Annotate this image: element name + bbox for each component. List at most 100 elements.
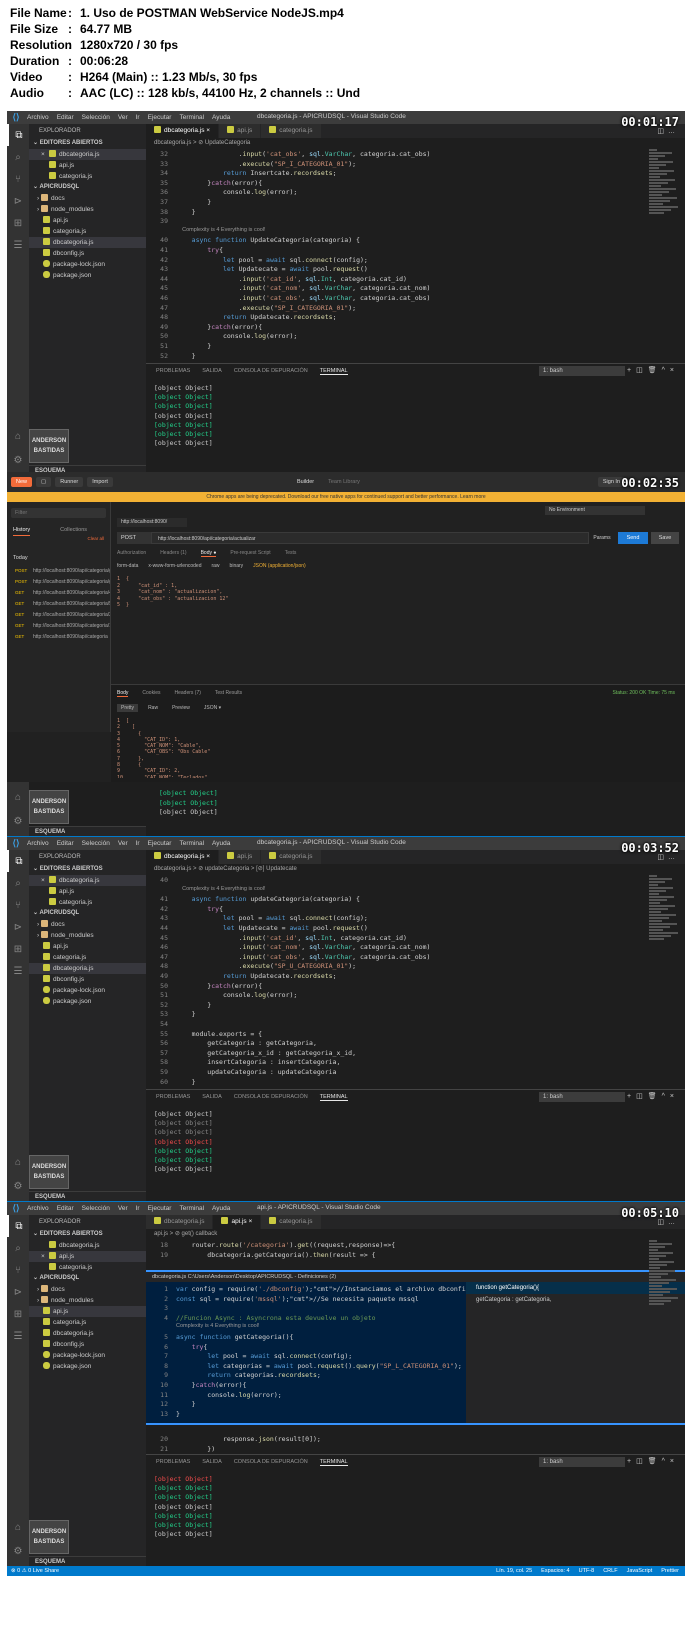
close-icon[interactable]: ×: [670, 1458, 679, 1465]
open-editor-item[interactable]: × api.js: [29, 1251, 146, 1262]
file-item[interactable]: categoria.js: [29, 226, 146, 237]
menu-item[interactable]: Ayuda: [212, 1205, 230, 1212]
request-tab-item[interactable]: Pre-request Script: [230, 550, 270, 557]
body-type-option[interactable]: JSON (application/json): [253, 563, 306, 569]
menu-item[interactable]: Ejecutar: [148, 114, 172, 121]
file-item[interactable]: api.js: [29, 941, 146, 952]
close-icon[interactable]: ×: [41, 875, 49, 886]
settings-icon[interactable]: ⚙: [7, 449, 29, 471]
minimap[interactable]: [649, 1239, 679, 1339]
close-icon[interactable]: ×: [204, 853, 210, 860]
save-button[interactable]: Save: [651, 532, 679, 544]
folder-item[interactable]: › node_modules: [29, 204, 146, 215]
history-item[interactable]: GET http://localhost:8090/api/categoria/4: [7, 587, 110, 598]
panel-tab[interactable]: SALIDA: [202, 368, 222, 374]
open-editor-item[interactable]: categoria.js: [29, 171, 146, 182]
panel-tab[interactable]: SALIDA: [202, 1459, 222, 1465]
history-filter-input[interactable]: Filter: [11, 508, 106, 518]
history-item[interactable]: POST http://localhost:8090/api/categoria/…: [7, 576, 110, 587]
editor-tab[interactable]: categoria.js: [261, 1215, 322, 1229]
new-button[interactable]: New: [11, 477, 33, 487]
project-section[interactable]: ⌄ APICRUDSQL: [29, 908, 146, 919]
minimap[interactable]: [649, 148, 679, 248]
panel-tab[interactable]: CONSOLA DE DEPURACIÓN: [234, 368, 308, 374]
panel-tab[interactable]: TERMINAL: [319, 368, 348, 375]
history-item[interactable]: POST http://localhost:8090/api/categoria/…: [7, 565, 110, 576]
source-control-icon[interactable]: ⑂: [7, 168, 29, 190]
menu-item[interactable]: Editar: [57, 114, 74, 121]
outline-section[interactable]: ESQUEMA: [29, 1191, 146, 1201]
open-editor-item[interactable]: categoria.js: [29, 1262, 146, 1273]
source-control-icon[interactable]: ⑂: [7, 1259, 29, 1281]
menu-item[interactable]: Selección: [82, 114, 110, 121]
close-icon[interactable]: ×: [204, 127, 210, 134]
error-count[interactable]: ⊗ 0 ⚠ 0: [11, 1568, 33, 1574]
panel-tab[interactable]: CONSOLA DE DEPURACIÓN: [234, 1094, 308, 1100]
history-tab[interactable]: History: [13, 524, 31, 536]
outline-section[interactable]: ESQUEMA: [29, 1556, 146, 1566]
file-item[interactable]: dbconfig.js: [29, 974, 146, 985]
history-item[interactable]: GET http://localhost:8090/api/categoria/1: [7, 620, 110, 631]
open-editor-item[interactable]: × dbcategoria.js: [29, 875, 146, 886]
split-terminal-icon[interactable]: ◫: [636, 1093, 648, 1100]
search-icon[interactable]: ⌕: [7, 872, 29, 894]
editor-tab[interactable]: categoria.js: [261, 124, 322, 138]
remote-icon[interactable]: ☰: [7, 234, 29, 256]
request-tab-item[interactable]: Body ●: [200, 550, 217, 557]
more-actions-icon[interactable]: …: [668, 1219, 679, 1226]
url-input[interactable]: http://localhost:8090/api/categoria/actu…: [151, 532, 589, 544]
menu-item[interactable]: Terminal: [179, 840, 204, 847]
chevron-up-icon[interactable]: ^: [662, 1458, 670, 1465]
status-fmt[interactable]: Prettier: [661, 1568, 679, 1574]
search-icon[interactable]: ⌕: [7, 146, 29, 168]
live-share-icon[interactable]: ⌂: [7, 425, 29, 447]
close-icon[interactable]: ×: [670, 1093, 679, 1100]
response-tab-item[interactable]: Body: [117, 690, 129, 697]
chevron-up-icon[interactable]: ^: [662, 367, 670, 374]
status-enc[interactable]: UTF-8: [579, 1568, 595, 1574]
split-editor-icon[interactable]: ◫: [657, 128, 668, 135]
live-share-icon[interactable]: ⌂: [7, 786, 29, 808]
menu-item[interactable]: Archivo: [27, 1205, 49, 1212]
terminal-output[interactable]: [object Object] [object Object] [object Ob…: [146, 378, 685, 448]
menu-item[interactable]: Ayuda: [212, 114, 230, 121]
status-eol[interactable]: CRLF: [603, 1568, 617, 1574]
status-spaces[interactable]: Espacios: 4: [541, 1568, 569, 1574]
menu-item[interactable]: Ir: [136, 840, 140, 847]
open-editors-section[interactable]: ⌄ EDITORES ABIERTOS: [29, 1229, 146, 1240]
editor-tab[interactable]: dbcategoria.js ×: [146, 850, 220, 864]
panel-tab[interactable]: PROBLEMAS: [156, 1459, 190, 1465]
folder-item[interactable]: › node_modules: [29, 1295, 146, 1306]
terminal-output[interactable]: [object Object] [object Object] [object Ob…: [146, 1469, 685, 1539]
chevron-up-icon[interactable]: ^: [662, 1093, 670, 1100]
request-tab-item[interactable]: Authorization: [117, 550, 146, 557]
breadcrumb[interactable]: api.js > ⊘ get() callback: [146, 1229, 685, 1239]
explorer-icon[interactable]: ⧉: [7, 850, 29, 872]
code-editor[interactable]: 32 .input('cat_obs', sql.VarChar, catego…: [146, 148, 685, 363]
clear-all-link[interactable]: Clear all: [7, 536, 110, 545]
project-section[interactable]: ⌄ APICRUDSQL: [29, 182, 146, 193]
response-view-button[interactable]: Preview: [168, 704, 194, 712]
panel-tab[interactable]: SALIDA: [202, 1094, 222, 1100]
search-icon[interactable]: ⌕: [7, 1237, 29, 1259]
import-button[interactable]: Import: [87, 477, 113, 487]
builder-tab[interactable]: Builder: [297, 479, 314, 485]
team-library-tab[interactable]: Team Library: [328, 479, 360, 485]
runner-button[interactable]: Runner: [55, 477, 84, 487]
body-type-option[interactable]: x-www-form-urlencoded: [148, 563, 201, 569]
method-select[interactable]: POST: [117, 532, 151, 544]
trash-icon[interactable]: 🗑: [648, 1093, 662, 1100]
terminal-shell-select[interactable]: 1: bash: [539, 1092, 625, 1102]
live-share-icon[interactable]: ⌂: [7, 1151, 29, 1173]
editor-tab[interactable]: api.js: [219, 124, 262, 138]
file-item[interactable]: dbconfig.js: [29, 248, 146, 259]
close-icon[interactable]: ×: [247, 1218, 252, 1225]
menu-item[interactable]: Ir: [136, 1205, 140, 1212]
open-editor-item[interactable]: × dbcategoria.js: [29, 149, 146, 160]
response-view-button[interactable]: Pretty: [117, 704, 139, 712]
params-button[interactable]: Params: [589, 532, 615, 544]
menu-item[interactable]: Selección: [82, 1205, 110, 1212]
collections-tab[interactable]: Collections: [60, 524, 87, 536]
history-item[interactable]: GET http://localhost:8090/api/categoria/2: [7, 609, 110, 620]
panel-tab[interactable]: TERMINAL: [319, 1094, 348, 1101]
